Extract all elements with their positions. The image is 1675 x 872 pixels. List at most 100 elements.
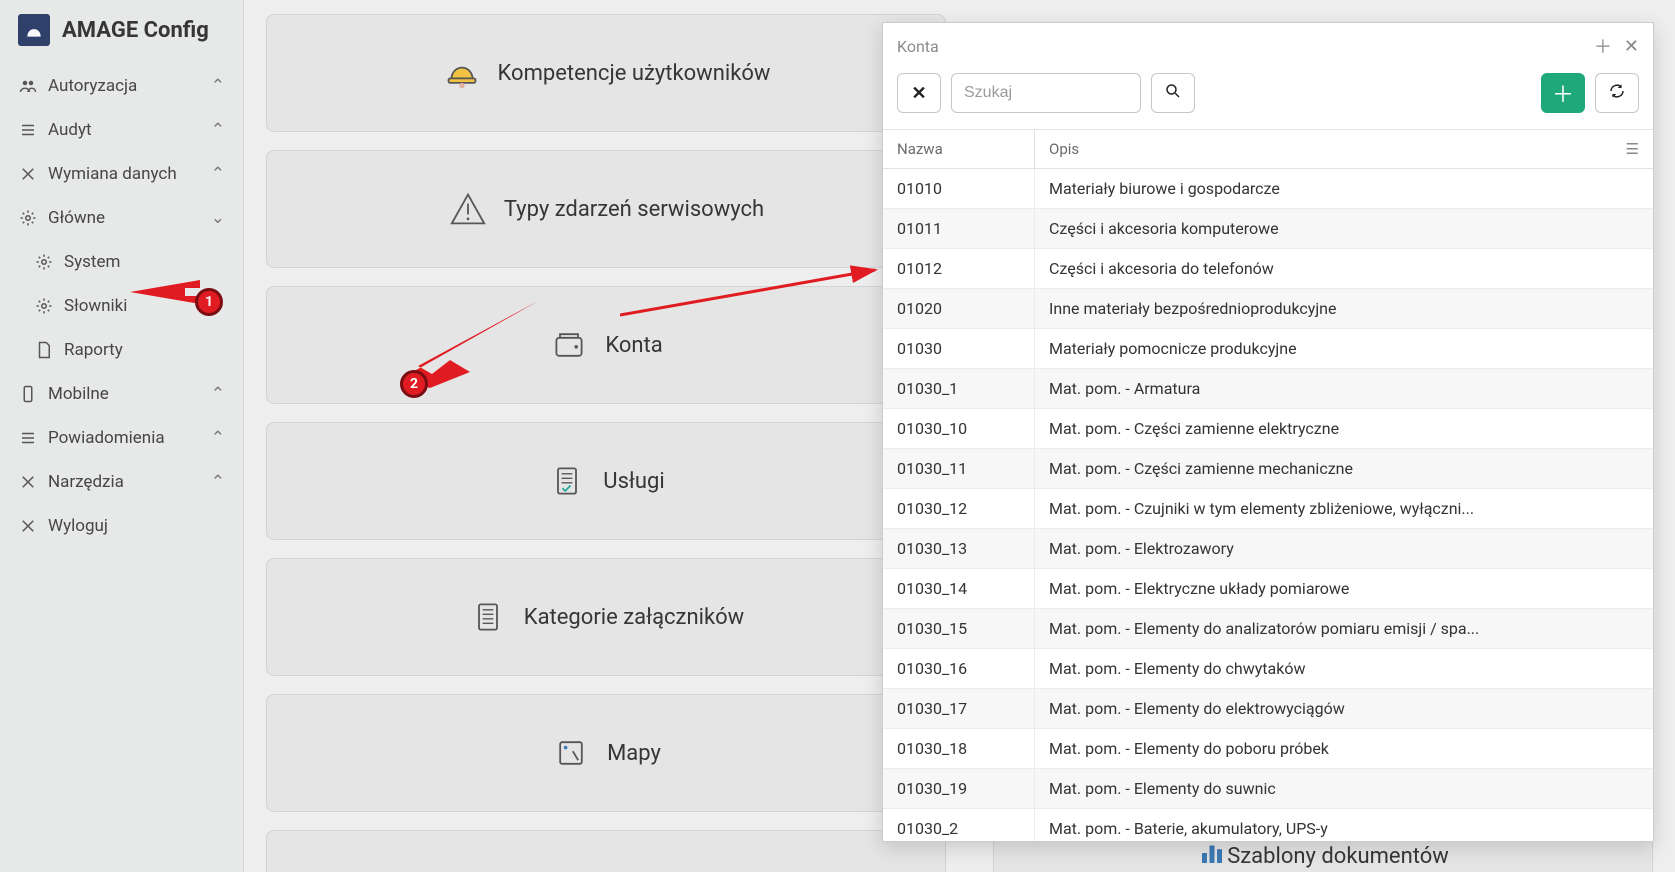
cell-nazwa: 01020 bbox=[883, 289, 1035, 328]
table-row[interactable]: 01030_17Mat. pom. - Elementy do elektrow… bbox=[883, 689, 1653, 729]
list-icon bbox=[18, 429, 38, 447]
cell-nazwa: 01011 bbox=[883, 209, 1035, 248]
sidebar-item-audyt[interactable]: Audyt ⌃ bbox=[0, 108, 243, 152]
table-row[interactable]: 01012Części i akcesoria do telefonów bbox=[883, 249, 1653, 289]
sidebar-item-mobilne[interactable]: Mobilne⌃ bbox=[0, 372, 243, 416]
tools-icon bbox=[18, 473, 38, 491]
file-icon bbox=[34, 341, 54, 359]
annotation-badge-1: 1 bbox=[195, 288, 223, 316]
cell-nazwa: 01030_1 bbox=[883, 369, 1035, 408]
cell-nazwa: 01030_14 bbox=[883, 569, 1035, 608]
card-label: Szablony dokumentów bbox=[1227, 844, 1449, 869]
card-stawki-podatku-vat[interactable]: Stawki podatku VAT bbox=[266, 830, 946, 872]
card-kategorie-załączników[interactable]: Kategorie załączników bbox=[266, 558, 946, 676]
panel-header: Konta ＋ ✕ bbox=[883, 23, 1653, 65]
column-header-nazwa[interactable]: Nazwa bbox=[883, 130, 1035, 168]
table-row[interactable]: 01030_12Mat. pom. - Czujniki w tym eleme… bbox=[883, 489, 1653, 529]
card-usługi[interactable]: Usługi bbox=[266, 422, 946, 540]
refresh-button[interactable] bbox=[1595, 73, 1639, 113]
panel-maximize-icon[interactable]: ＋ bbox=[1594, 33, 1612, 59]
chevron-up-icon: ⌃ bbox=[211, 472, 225, 492]
sidebar: AMAGE Config Autoryzacja⌃Audyt⌃Wymiana d… bbox=[0, 0, 244, 872]
table-row[interactable]: 01011Części i akcesoria komputerowe bbox=[883, 209, 1653, 249]
cell-nazwa: 01030_12 bbox=[883, 489, 1035, 528]
brand: AMAGE Config bbox=[0, 0, 243, 64]
sidebar-subitem-raporty[interactable]: Raporty bbox=[0, 328, 243, 372]
cell-nazwa: 01030_11 bbox=[883, 449, 1035, 488]
column-menu-icon[interactable]: ☰ bbox=[1626, 140, 1639, 158]
brand-logo-icon bbox=[18, 14, 50, 46]
table: Nazwa Opis ☰ 01010Materiały biurowe i go… bbox=[883, 129, 1653, 841]
gear-icon bbox=[34, 253, 54, 271]
table-row[interactable]: 01030_1Mat. pom. - Armatura bbox=[883, 369, 1653, 409]
cell-opis: Inne materiały bezpośrednioprodukcyjne bbox=[1035, 289, 1653, 328]
table-row[interactable]: 01030_14Mat. pom. - Elektryczne układy p… bbox=[883, 569, 1653, 609]
sidebar-item-label: Powiadomienia bbox=[48, 428, 165, 448]
sidebar-item-powiadomienia[interactable]: Powiadomienia⌃ bbox=[0, 416, 243, 460]
cell-opis: Mat. pom. - Elementy do analizatorów pom… bbox=[1035, 609, 1653, 648]
cell-opis: Mat. pom. - Elementy do chwytaków bbox=[1035, 649, 1653, 688]
sidebar-item-autoryzacja[interactable]: Autoryzacja⌃ bbox=[0, 64, 243, 108]
annotation-badge-2: 2 bbox=[400, 370, 428, 398]
phone-icon bbox=[18, 385, 38, 403]
cell-nazwa: 01012 bbox=[883, 249, 1035, 288]
search-input[interactable] bbox=[951, 73, 1141, 113]
chevron-up-icon: ⌃ bbox=[211, 120, 225, 140]
search-button[interactable] bbox=[1151, 73, 1195, 113]
x-icon bbox=[18, 165, 38, 183]
cell-nazwa: 01010 bbox=[883, 169, 1035, 208]
card-konta[interactable]: Konta bbox=[266, 286, 946, 404]
table-row[interactable]: 01030Materiały pomocnicze produkcyjne bbox=[883, 329, 1653, 369]
cell-opis: Części i akcesoria komputerowe bbox=[1035, 209, 1653, 248]
table-row[interactable]: 01010Materiały biurowe i gospodarcze bbox=[883, 169, 1653, 209]
chart-icon bbox=[1197, 838, 1227, 872]
sidebar-item-wyloguj[interactable]: Wyloguj bbox=[0, 504, 243, 548]
gear-icon bbox=[18, 209, 38, 227]
sidebar-item-label: Wymiana danych bbox=[48, 164, 177, 184]
table-row[interactable]: 01030_18Mat. pom. - Elementy do poboru p… bbox=[883, 729, 1653, 769]
chevron-up-icon: ⌃ bbox=[211, 384, 225, 404]
cell-opis: Mat. pom. - Elektrozawory bbox=[1035, 529, 1653, 568]
annotation-badge-1-label: 1 bbox=[205, 294, 213, 310]
table-row[interactable]: 01030_13Mat. pom. - Elektrozawory bbox=[883, 529, 1653, 569]
doc-check-icon bbox=[547, 461, 587, 501]
cell-nazwa: 01030_10 bbox=[883, 409, 1035, 448]
card-typy-zdarzeń-serwisowych[interactable]: Typy zdarzeń serwisowych bbox=[266, 150, 946, 268]
panel-close-icon[interactable]: ✕ bbox=[1624, 36, 1639, 57]
table-row[interactable]: 01030_2Mat. pom. - Baterie, akumulatory,… bbox=[883, 809, 1653, 841]
sidebar-item-wymiana-danych[interactable]: Wymiana danych ⌃ bbox=[0, 152, 243, 196]
card-kompetencje-użytkowników[interactable]: Kompetencje użytkowników bbox=[266, 14, 946, 132]
card-label: Typy zdarzeń serwisowych bbox=[504, 197, 764, 222]
cell-nazwa: 01030_17 bbox=[883, 689, 1035, 728]
table-row[interactable]: 01020Inne materiały bezpośrednioprodukcy… bbox=[883, 289, 1653, 329]
konta-panel: Konta ＋ ✕ ✕ ＋ Nazwa Opis ☰ bbox=[882, 22, 1654, 842]
sidebar-item-narzędzia[interactable]: Narzędzia ⌃ bbox=[0, 460, 243, 504]
sidebar-subitem-system[interactable]: System bbox=[0, 240, 243, 284]
sidebar-item-label: Audyt bbox=[48, 120, 92, 140]
table-row[interactable]: 01030_10Mat. pom. - Części zamienne elek… bbox=[883, 409, 1653, 449]
card-mapy[interactable]: Mapy bbox=[266, 694, 946, 812]
table-row[interactable]: 01030_16Mat. pom. - Elementy do chwytakó… bbox=[883, 649, 1653, 689]
sidebar-item-główne[interactable]: Główne⌄ bbox=[0, 196, 243, 240]
sidebar-subitem-label: Słowniki bbox=[64, 296, 127, 316]
cell-opis: Mat. pom. - Baterie, akumulatory, UPS-y bbox=[1035, 809, 1653, 841]
sidebar-item-label: Główne bbox=[48, 208, 105, 228]
add-button[interactable]: ＋ bbox=[1541, 73, 1585, 113]
table-row[interactable]: 01030_15Mat. pom. - Elementy do analizat… bbox=[883, 609, 1653, 649]
helmet-icon bbox=[442, 53, 482, 93]
table-row[interactable]: 01030_19Mat. pom. - Elementy do suwnic bbox=[883, 769, 1653, 809]
clear-search-button[interactable]: ✕ bbox=[897, 73, 941, 113]
chevron-up-icon: ⌃ bbox=[211, 164, 225, 184]
list-icon bbox=[18, 121, 38, 139]
table-row[interactable]: 01030_11Mat. pom. - Części zamienne mech… bbox=[883, 449, 1653, 489]
cell-opis: Mat. pom. - Elementy do elektrowyciągów bbox=[1035, 689, 1653, 728]
x-icon bbox=[18, 517, 38, 535]
sidebar-item-label: Wyloguj bbox=[48, 516, 108, 536]
cell-nazwa: 01030_16 bbox=[883, 649, 1035, 688]
column-header-opis[interactable]: Opis ☰ bbox=[1035, 130, 1653, 168]
sidebar-item-label: Narzędzia bbox=[48, 472, 124, 492]
cell-opis: Mat. pom. - Części zamienne mechaniczne bbox=[1035, 449, 1653, 488]
panel-title: Konta bbox=[897, 37, 1582, 56]
column-header-opis-label: Opis bbox=[1049, 140, 1079, 158]
search-icon bbox=[1164, 82, 1182, 105]
